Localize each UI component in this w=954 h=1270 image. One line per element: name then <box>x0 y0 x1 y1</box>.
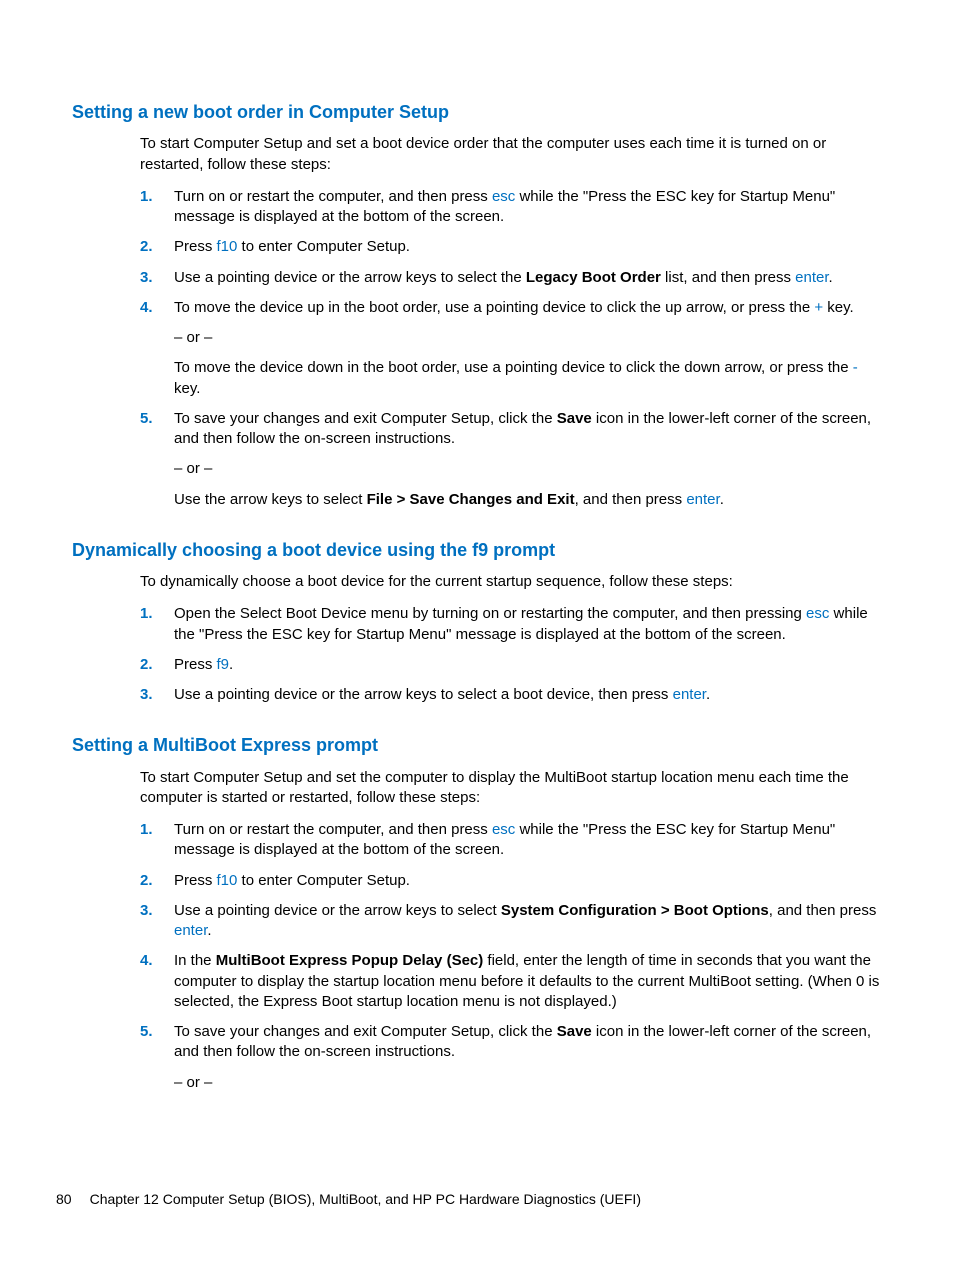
list-item: 5. To save your changes and exit Compute… <box>140 1022 882 1093</box>
step-number: 5. <box>140 409 174 510</box>
step-list: 1. Open the Select Boot Device menu by t… <box>140 604 882 705</box>
list-item: 4. In the MultiBoot Express Popup Delay … <box>140 951 882 1012</box>
step-body: Press f9. <box>174 655 882 675</box>
list-item: 1. Turn on or restart the computer, and … <box>140 820 882 861</box>
section-heading: Setting a MultiBoot Express prompt <box>72 733 882 757</box>
step-body: Turn on or restart the computer, and the… <box>174 187 882 228</box>
section-intro: To dynamically choose a boot device for … <box>140 572 882 592</box>
step-body: Use a pointing device or the arrow keys … <box>174 901 882 942</box>
section-heading: Setting a new boot order in Computer Set… <box>72 100 882 124</box>
step-body: Turn on or restart the computer, and the… <box>174 820 882 861</box>
list-item: 2. Press f9. <box>140 655 882 675</box>
step-number: 3. <box>140 268 174 288</box>
step-body: Use a pointing device or the arrow keys … <box>174 268 882 288</box>
key-esc: esc <box>806 605 829 622</box>
step-number: 3. <box>140 685 174 705</box>
step-body: To save your changes and exit Computer S… <box>174 1022 882 1093</box>
list-item: 3. Use a pointing device or the arrow ke… <box>140 901 882 942</box>
key-f10: f10 <box>217 238 238 255</box>
key-minus: - <box>853 359 858 376</box>
step-number: 4. <box>140 951 174 1012</box>
or-separator: – or – <box>174 1073 882 1093</box>
step-body: Press f10 to enter Computer Setup. <box>174 871 882 891</box>
step-number: 4. <box>140 298 174 399</box>
page-number: 80 <box>56 1191 72 1207</box>
step-list: 1. Turn on or restart the computer, and … <box>140 820 882 1093</box>
key-enter: enter <box>686 491 719 508</box>
key-esc: esc <box>492 188 515 205</box>
key-enter: enter <box>673 686 706 703</box>
step-body: In the MultiBoot Express Popup Delay (Se… <box>174 951 882 1012</box>
section-intro: To start Computer Setup and set the comp… <box>140 768 882 809</box>
step-number: 1. <box>140 187 174 228</box>
step-number: 2. <box>140 655 174 675</box>
step-number: 5. <box>140 1022 174 1093</box>
step-body: Press f10 to enter Computer Setup. <box>174 237 882 257</box>
key-esc: esc <box>492 821 515 838</box>
list-item: 1. Open the Select Boot Device menu by t… <box>140 604 882 645</box>
key-enter: enter <box>174 922 207 939</box>
key-enter: enter <box>795 269 828 286</box>
step-number: 3. <box>140 901 174 942</box>
section-heading: Dynamically choosing a boot device using… <box>72 538 882 562</box>
step-body: To move the device up in the boot order,… <box>174 298 882 399</box>
step-number: 1. <box>140 604 174 645</box>
step-body: Use a pointing device or the arrow keys … <box>174 685 882 705</box>
list-item: 3. Use a pointing device or the arrow ke… <box>140 685 882 705</box>
key-plus: + <box>814 299 823 316</box>
step-list: 1. Turn on or restart the computer, and … <box>140 187 882 510</box>
list-item: 5. To save your changes and exit Compute… <box>140 409 882 510</box>
key-f10: f10 <box>217 872 238 889</box>
key-f9: f9 <box>217 656 230 673</box>
list-item: 2. Press f10 to enter Computer Setup. <box>140 871 882 891</box>
step-body: Open the Select Boot Device menu by turn… <box>174 604 882 645</box>
step-body: To save your changes and exit Computer S… <box>174 409 882 510</box>
list-item: 4. To move the device up in the boot ord… <box>140 298 882 399</box>
step-number: 2. <box>140 871 174 891</box>
step-number: 2. <box>140 237 174 257</box>
step-number: 1. <box>140 820 174 861</box>
page-footer: 80 Chapter 12 Computer Setup (BIOS), Mult… <box>56 1190 641 1209</box>
or-separator: – or – <box>174 459 882 479</box>
list-item: 1. Turn on or restart the computer, and … <box>140 187 882 228</box>
or-separator: – or – <box>174 328 882 348</box>
chapter-title: Chapter 12 Computer Setup (BIOS), MultiB… <box>90 1191 641 1207</box>
list-item: 3. Use a pointing device or the arrow ke… <box>140 268 882 288</box>
list-item: 2. Press f10 to enter Computer Setup. <box>140 237 882 257</box>
section-intro: To start Computer Setup and set a boot d… <box>140 134 882 175</box>
